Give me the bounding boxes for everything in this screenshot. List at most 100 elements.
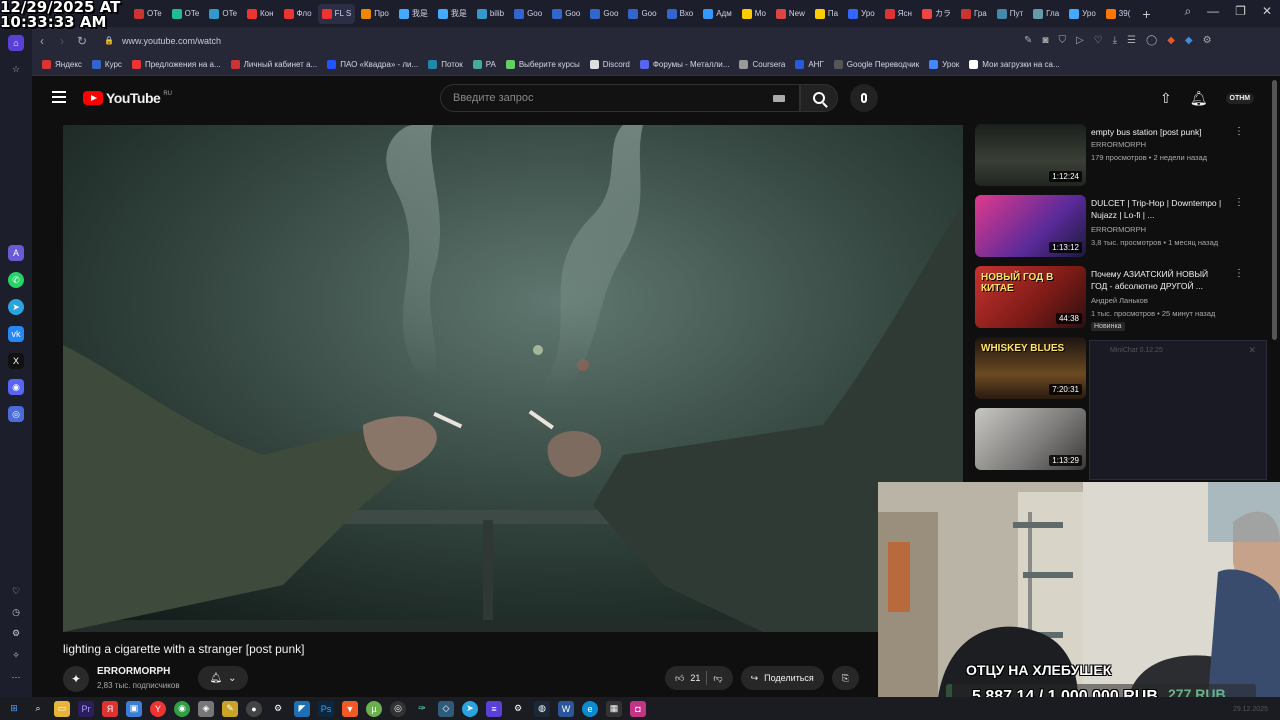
video-thumbnail[interactable]: WHISKEY BLUES 7:20:31 — [975, 337, 1086, 399]
reload-button[interactable]: ↻ — [72, 34, 92, 48]
browser-tab[interactable]: 我是 — [395, 4, 432, 24]
file-explorer-icon[interactable]: ▭ — [54, 700, 70, 717]
chrome-icon[interactable]: ◉ — [174, 700, 190, 717]
bookmark-item[interactable]: АНГ — [795, 60, 824, 69]
browser-tab[interactable]: カラ — [918, 4, 955, 24]
bulb-icon[interactable]: ✧ — [8, 647, 24, 663]
browser-tab[interactable]: OTe — [168, 4, 204, 24]
bookmark-item[interactable]: Урок — [929, 60, 959, 69]
save-button[interactable]: ⎘ — [831, 666, 860, 690]
x-icon[interactable]: X — [8, 353, 24, 369]
scrollbar-thumb[interactable] — [1272, 80, 1277, 340]
browser-tab[interactable]: Фло — [280, 4, 316, 24]
youtube-logo[interactable]: YouTube RU — [83, 90, 172, 106]
search-button[interactable] — [800, 84, 838, 112]
browser-tab[interactable]: 我是 — [434, 4, 471, 24]
browser-tab[interactable]: FL S — [317, 3, 356, 24]
account-avatar[interactable]: OTHM — [1225, 93, 1255, 104]
browser-tab[interactable]: Вхо — [663, 4, 698, 24]
list-icon[interactable]: ☰ — [1127, 35, 1136, 46]
like-button[interactable]: 👍︎ — [675, 673, 684, 684]
bookmark-item[interactable]: Google Переводчик — [833, 60, 919, 69]
photoshop-icon[interactable]: Ps — [318, 700, 334, 717]
bookmark-item[interactable]: Форумы - Металли... — [639, 60, 729, 69]
browser-tab[interactable]: Goo — [510, 4, 546, 24]
bookmark-item[interactable]: Поток — [428, 60, 463, 69]
browser-tab[interactable]: OTe — [205, 4, 241, 24]
new-tab-button[interactable]: + — [1136, 6, 1156, 22]
video-thumbnail[interactable]: НОВЫЙ ГОД В КИТАЕ 44:38 — [975, 266, 1086, 328]
browser-tab[interactable]: Про — [357, 4, 393, 24]
extension-icon[interactable]: ◆ — [1167, 35, 1175, 46]
aria-icon[interactable]: A — [8, 245, 24, 261]
network-icon[interactable]: ◇ — [438, 700, 454, 717]
menu-icon[interactable]: ⚙ — [1203, 35, 1212, 46]
dislike-button[interactable]: 👎︎ — [713, 673, 722, 684]
steam-icon[interactable]: ◍ — [534, 700, 550, 717]
browser-tab[interactable]: bilib — [473, 4, 508, 24]
shield-icon[interactable]: ⛉ — [1058, 35, 1066, 46]
settings-app-icon[interactable]: ⚙ — [510, 701, 526, 717]
video-thumbnail[interactable]: 1:12:24 — [975, 124, 1086, 186]
bookmark-item[interactable]: Личный кабинет а... — [230, 60, 317, 69]
browser-tab[interactable]: Па — [811, 4, 842, 24]
browser-tab[interactable]: Пут — [993, 4, 1027, 24]
close-icon[interactable]: ✕ — [1248, 345, 1256, 356]
forward-button[interactable]: › — [52, 34, 72, 48]
bookmark-item[interactable]: PA — [472, 60, 496, 69]
recommendation-channel[interactable]: Андрей Ланьков — [1091, 296, 1148, 305]
camera-icon[interactable]: ◙ — [1042, 35, 1048, 46]
heart-sidebar-icon[interactable]: ♡ — [8, 583, 24, 599]
search-icon[interactable]: ⌕ — [30, 701, 46, 717]
browser-tab[interactable]: Гра — [957, 4, 991, 24]
more-options-icon[interactable]: ⋮ — [1234, 268, 1244, 279]
telegram-taskbar-icon[interactable]: ➤ — [462, 700, 478, 717]
recommendation-title[interactable]: DULCET | Trip-Hop | Downtempo | Nujazz |… — [1091, 197, 1226, 221]
url-field[interactable]: 🔒 www.youtube.com/watch — [104, 36, 1024, 46]
bookmark-item[interactable]: Яндекс — [42, 60, 82, 69]
app-icon[interactable]: ◈ — [198, 700, 214, 717]
lines-icon[interactable]: ≡ — [486, 700, 502, 717]
browser-tab[interactable]: Goo — [624, 4, 660, 24]
vk-icon[interactable]: vk — [8, 326, 24, 342]
hamburger-menu-icon[interactable] — [52, 91, 66, 103]
search-input[interactable]: Введите запрос — [440, 84, 800, 112]
browser-tab[interactable]: Гла — [1029, 4, 1063, 24]
yandex-browser-icon[interactable]: Y — [150, 700, 166, 717]
messenger-icon[interactable]: ◎ — [8, 406, 24, 422]
share-button[interactable]: ↪ Поделиться — [740, 666, 824, 690]
browser-tab[interactable]: Ясн — [881, 4, 916, 24]
edit-icon[interactable]: ✎ — [1024, 35, 1032, 46]
browser-tab[interactable]: Мо — [738, 4, 770, 24]
history-icon[interactable]: ◷ — [8, 604, 24, 620]
upload-icon[interactable]: ⇧ — [1160, 90, 1172, 107]
bookmark-item[interactable]: Курс — [91, 60, 122, 69]
vscode-icon[interactable]: ◤ — [294, 700, 310, 717]
gear-icon[interactable]: ⚙ — [270, 701, 286, 717]
minimize-button[interactable]: — — [1207, 4, 1219, 19]
more-options-icon[interactable]: ⋮ — [1234, 126, 1244, 137]
video-thumbnail[interactable]: 1:13:29 — [975, 408, 1086, 470]
bookmark-item[interactable]: Discord — [589, 60, 630, 69]
recommendation-item[interactable]: НОВЫЙ ГОД В КИТАЕ 44:38 Почему АЗИАТСКИЙ Н… — [975, 266, 1255, 336]
telegram-icon[interactable]: ➤ — [8, 299, 24, 315]
window-icon[interactable]: ▣ — [126, 700, 142, 717]
browser-tab[interactable]: Адм — [699, 4, 736, 24]
recommendation-channel[interactable]: ERRORMORPH — [1091, 225, 1146, 234]
voice-search-button[interactable] — [850, 84, 878, 112]
account-icon[interactable]: ◯ — [1146, 35, 1157, 46]
browser-tab[interactable]: OTe — [130, 4, 166, 24]
edit-app-icon[interactable]: ✎ — [222, 700, 238, 717]
whatsapp-icon[interactable]: ✆ — [8, 272, 24, 288]
recommendation-item[interactable]: 1:12:24 empty bus station [post punk] ERRO… — [975, 124, 1255, 194]
terminal-icon[interactable]: ▦ — [606, 700, 622, 717]
browser-tab[interactable]: Goo — [548, 4, 584, 24]
maximize-button[interactable]: ❐ — [1235, 4, 1246, 19]
utorrent-icon[interactable]: µ — [366, 700, 382, 717]
bookmark-item[interactable]: ПАО «Квадра» - ли... — [327, 60, 418, 69]
heart-icon[interactable]: ♡ — [1094, 35, 1103, 46]
github-icon[interactable]: ◎ — [390, 700, 406, 717]
browser-tab[interactable]: Уро — [1065, 4, 1100, 24]
browser-tab[interactable]: New — [772, 4, 809, 24]
premiere-icon[interactable]: Pr — [78, 700, 94, 717]
